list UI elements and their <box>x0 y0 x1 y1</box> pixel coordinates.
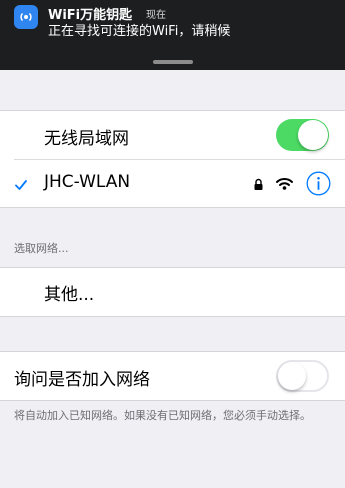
notification-banner[interactable]: WiFi万能钥匙 现在 正在寻找可连接的WiFi，请稍候 <box>0 0 345 70</box>
info-icon[interactable] <box>306 171 331 200</box>
wlan-group: 无线局域网 JHC-WLAN <box>0 110 345 208</box>
toggle-knob <box>278 362 306 390</box>
toggle-knob <box>298 120 328 150</box>
wlan-label: 无线局域网 <box>44 129 129 149</box>
notification-message: 正在寻找可连接的WiFi，请稍候 <box>48 24 231 39</box>
ask-to-join-row: 询问是否加入网络 <box>0 352 345 400</box>
notification-time: 现在 <box>146 10 166 21</box>
choose-network-header: 选取网络... <box>14 242 69 255</box>
wlan-toggle[interactable] <box>276 119 329 151</box>
wifi-signal-icon <box>276 175 293 194</box>
other-network-group: 其他... <box>0 267 345 317</box>
checkmark-icon <box>15 176 27 195</box>
ask-to-join-footer: 将自动加入已知网络。如果没有已知网络，您必须手动选择。 <box>14 409 311 422</box>
ask-to-join-toggle[interactable] <box>276 360 329 392</box>
network-row[interactable]: JHC-WLAN <box>0 160 345 207</box>
wlan-toggle-row: 无线局域网 <box>0 111 345 159</box>
wifi-key-app-icon <box>14 5 38 29</box>
other-network-label: 其他... <box>44 285 95 305</box>
ask-to-join-group: 询问是否加入网络 <box>0 351 345 401</box>
lock-icon <box>254 176 263 195</box>
network-name: JHC-WLAN <box>44 172 131 192</box>
ask-to-join-label: 询问是否加入网络 <box>14 370 150 390</box>
other-network-row[interactable]: 其他... <box>0 268 345 316</box>
notification-drag-handle[interactable] <box>153 60 193 64</box>
